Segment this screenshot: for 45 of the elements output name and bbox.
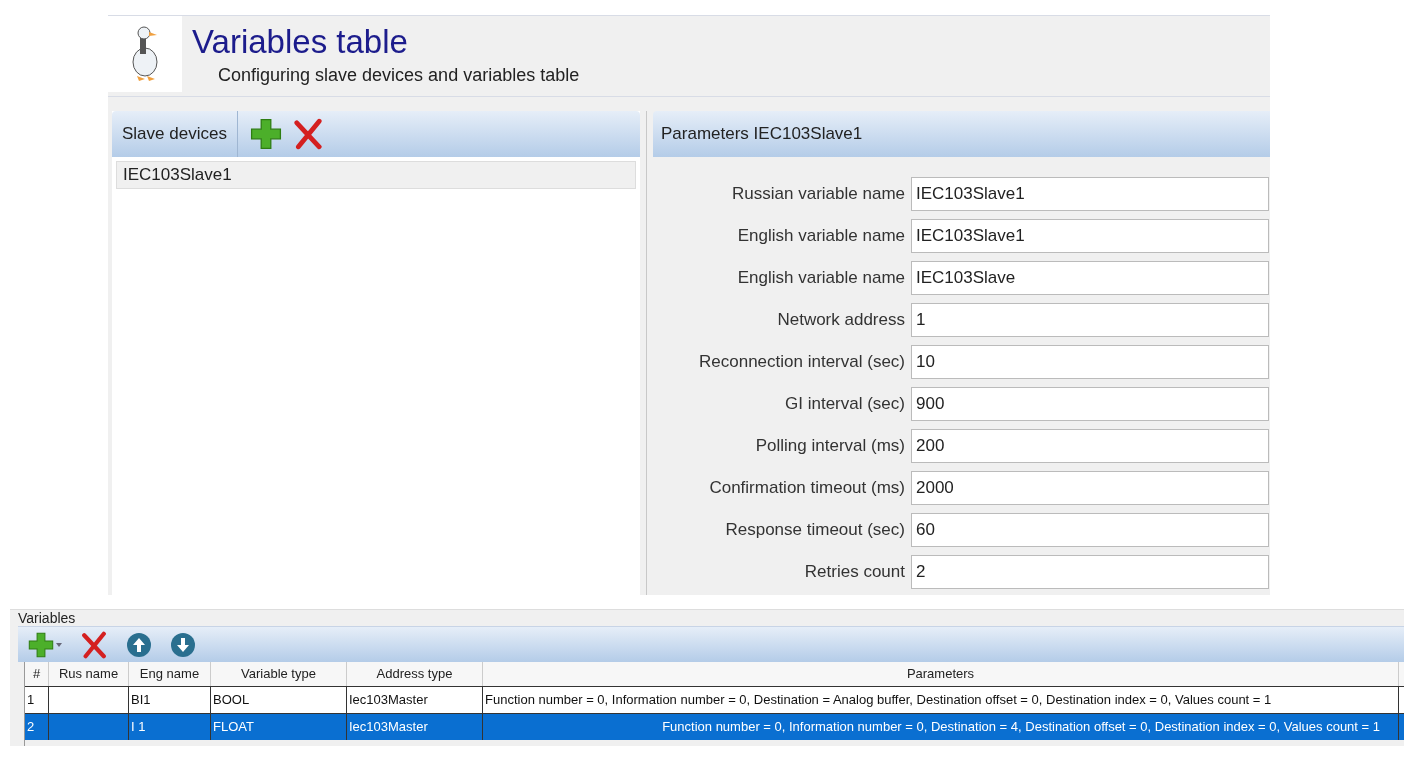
panel-title: Slave devices bbox=[112, 111, 238, 157]
input-field[interactable]: IEC103Slave1 bbox=[911, 219, 1269, 253]
page-subtitle: Configuring slave devices and variables table bbox=[218, 64, 580, 87]
input-field[interactable]: IEC103Slave bbox=[911, 261, 1269, 295]
arrow-up-icon[interactable] bbox=[126, 631, 152, 658]
page-title: Variables table bbox=[192, 22, 409, 62]
input-field[interactable]: 2000 bbox=[911, 471, 1269, 505]
field-label: Retries count bbox=[803, 561, 905, 584]
field-label: Polling interval (ms) bbox=[754, 435, 905, 458]
table-cell-text: Function number = 0, Information number = 0, Destination = 4, Destination offset = 0, Destination index = 0, Values count = 1 bbox=[662, 718, 1380, 737]
table-cell-text: BI1 bbox=[131, 691, 151, 710]
table-cell-text: 2 bbox=[27, 718, 35, 737]
field-label: Network address bbox=[776, 309, 905, 332]
field-label: Reconnection interval (sec) bbox=[698, 351, 905, 374]
arrow-down-icon[interactable] bbox=[170, 631, 196, 658]
plus-icon[interactable] bbox=[28, 631, 54, 658]
input-field[interactable]: 900 bbox=[911, 387, 1269, 421]
table-row[interactable]: 2 I 1 FLOAT Iec103Master Function number = 0, Information number = 0, Destination = 4, Destination offset = 0, Destination index = 0, Values count = 1 bbox=[25, 713, 1404, 740]
field-label: Response timeout (sec) bbox=[724, 519, 905, 542]
table-row[interactable]: 1 BI1 BOOL Iec103Master Function number = 0, Information number = 0, Destination = Analog buffer, Destination offset = 0, Destination index = 0, Values count = 1 bbox=[25, 686, 1404, 713]
table-cell-text: 1 bbox=[27, 691, 35, 710]
field-label: Confirmation timeout (ms) bbox=[708, 477, 905, 500]
plus-icon[interactable] bbox=[249, 118, 282, 150]
input-field[interactable]: 60 bbox=[911, 513, 1269, 547]
input-field[interactable]: 1 bbox=[911, 303, 1269, 337]
field-label: Russian variable name bbox=[731, 183, 905, 206]
table-cell-text: Function number = 0, Information number = 0, Destination = Analog buffer, Destination offset = 0, Destination index = 0, Values count = 1 bbox=[485, 691, 1272, 710]
input-field[interactable]: 10 bbox=[911, 345, 1269, 379]
delete-cross-icon[interactable] bbox=[291, 118, 324, 150]
field-label: GI interval (sec) bbox=[784, 393, 905, 416]
table-cell-text: BOOL bbox=[213, 691, 250, 710]
input-field[interactable]: IEC103Slave1 bbox=[911, 177, 1269, 211]
group-title: Variables bbox=[17, 610, 77, 626]
delete-cross-icon[interactable] bbox=[80, 630, 108, 659]
table-cell-text: I 1 bbox=[131, 718, 146, 737]
field-label: English variable name bbox=[736, 225, 905, 248]
input-field[interactable]: 200 bbox=[911, 429, 1269, 463]
slave-device-item[interactable]: IEC103Slave1 bbox=[116, 161, 636, 189]
input-field[interactable]: 2 bbox=[911, 555, 1269, 589]
table-cell-text: FLOAT bbox=[213, 718, 254, 737]
panel-title: Parameters IEC103Slave1 bbox=[660, 123, 864, 146]
table-cell-text: Iec103Master bbox=[349, 691, 428, 710]
field-label: English variable name bbox=[736, 267, 905, 290]
caret-icon[interactable] bbox=[56, 642, 62, 647]
table-cell-text: Iec103Master bbox=[349, 718, 428, 737]
